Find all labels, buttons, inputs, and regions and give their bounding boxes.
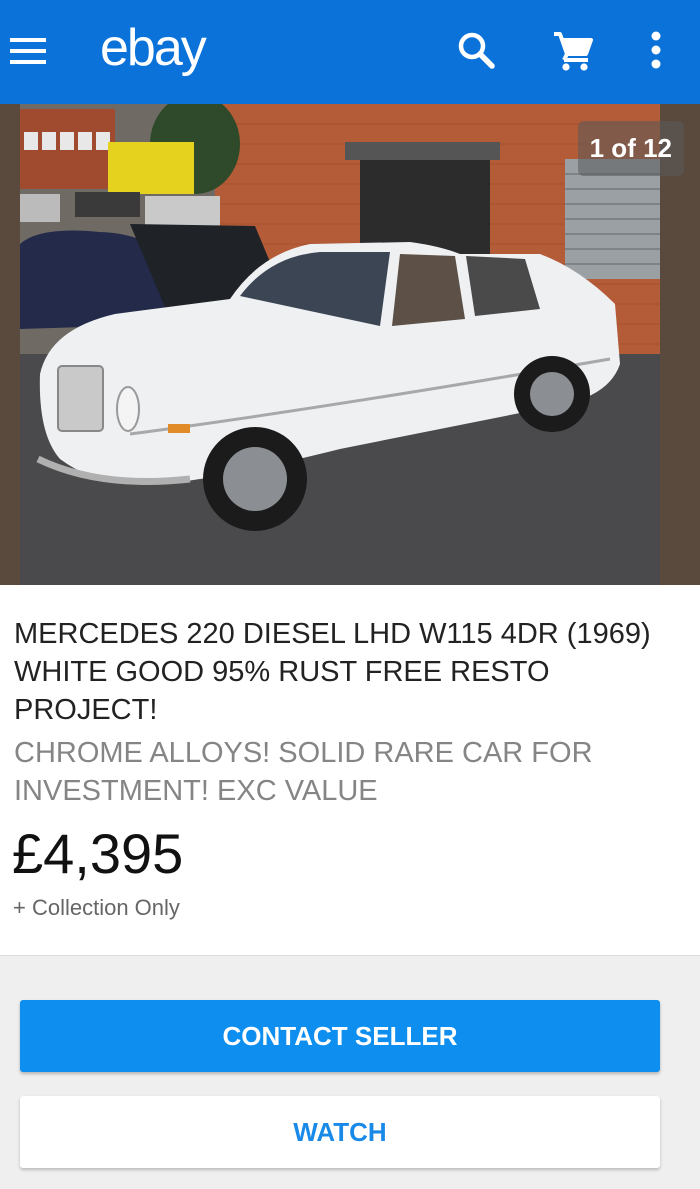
listing-price: £4,395 <box>12 822 184 885</box>
listing-info-card: MERCEDES 220 DIESEL LHD W115 4DR (1969) … <box>0 585 700 956</box>
listing-title: MERCEDES 220 DIESEL LHD W115 4DR (1969) … <box>14 618 651 726</box>
ebay-logo[interactable]: ebay <box>100 18 207 78</box>
more-vert-icon[interactable] <box>632 26 680 74</box>
cart-icon[interactable] <box>548 26 596 74</box>
photo-counter: 1 of 12 <box>577 121 684 176</box>
listing-photo <box>20 104 660 585</box>
app-bar: ebay <box>0 0 700 104</box>
listing-photo-gallery[interactable]: 1 of 12 <box>0 104 700 585</box>
contact-seller-button[interactable]: CONTACT SELLER <box>20 1000 660 1072</box>
shipping-info: + Collection Only <box>13 895 180 920</box>
listing-subtitle: CHROME ALLOYS! SOLID RARE CAR FOR INVEST… <box>14 737 593 807</box>
menu-icon[interactable] <box>10 38 46 64</box>
watch-button[interactable]: WATCH <box>20 1096 660 1168</box>
search-icon[interactable] <box>452 26 500 74</box>
